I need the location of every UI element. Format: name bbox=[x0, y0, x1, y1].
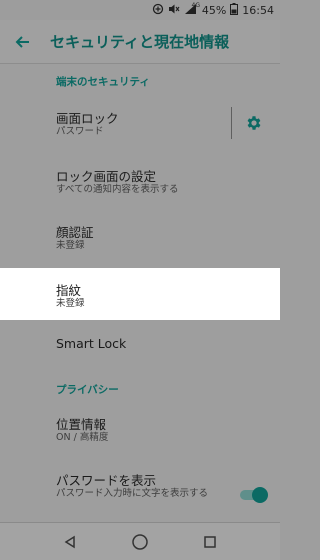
fingerprint-item[interactable]: 指紋 未登録 bbox=[0, 268, 280, 320]
gear-icon bbox=[247, 116, 261, 130]
lock-screen-settings-item[interactable]: ロック画面の設定 すべての通知内容を表示する bbox=[0, 156, 280, 208]
smart-lock-title: Smart Lock bbox=[56, 336, 127, 351]
location-item[interactable]: 位置情報 ON / 高精度 bbox=[0, 406, 280, 454]
smart-lock-item[interactable]: Smart Lock bbox=[0, 326, 280, 366]
show-password-summary: パスワード入力時に文字を表示する bbox=[56, 488, 209, 499]
back-button[interactable] bbox=[0, 20, 44, 64]
show-password-toggle[interactable] bbox=[238, 487, 268, 503]
network-type-label: 4G bbox=[191, 2, 200, 9]
face-auth-summary: 未登録 bbox=[56, 240, 85, 251]
battery-icon bbox=[230, 2, 239, 18]
screen-lock-summary: パスワード bbox=[56, 126, 104, 137]
nav-recents-icon bbox=[204, 536, 216, 548]
face-auth-item[interactable]: 顔認証 未登録 bbox=[0, 212, 280, 264]
location-title: 位置情報 bbox=[56, 417, 107, 432]
show-password-title: パスワードを表示 bbox=[56, 473, 157, 488]
settings-list: 端末のセキュリティ 画面ロック パスワード ロック画面の設定 すべての通知内容を… bbox=[0, 64, 280, 522]
screen-lock-item[interactable]: 画面ロック パスワード bbox=[0, 100, 280, 148]
nav-recents-button[interactable] bbox=[197, 529, 223, 555]
nav-home-button[interactable] bbox=[127, 529, 153, 555]
nav-back-button[interactable] bbox=[57, 529, 83, 555]
nav-back-icon bbox=[64, 535, 75, 549]
screen-lock-settings-button[interactable] bbox=[240, 109, 268, 137]
face-auth-title: 顔認証 bbox=[56, 225, 94, 240]
section-header-device-security: 端末のセキュリティ bbox=[56, 76, 150, 88]
data-saver-icon bbox=[152, 3, 164, 18]
vertical-divider bbox=[231, 107, 232, 139]
location-summary: ON / 高精度 bbox=[56, 432, 109, 443]
fingerprint-title: 指紋 bbox=[56, 283, 82, 298]
clock: 16:54 bbox=[242, 3, 274, 17]
mute-icon bbox=[168, 3, 180, 18]
status-bar: 4G 45% 16:54 bbox=[0, 0, 280, 20]
section-header-privacy: プライバシー bbox=[56, 384, 119, 396]
app-bar: セキュリティと現在地情報 bbox=[0, 20, 280, 64]
page-title: セキュリティと現在地情報 bbox=[50, 33, 230, 51]
screen-lock-title: 画面ロック bbox=[56, 111, 119, 126]
lock-screen-settings-summary: すべての通知内容を表示する bbox=[56, 184, 179, 195]
arrow-back-icon bbox=[15, 35, 29, 48]
battery-percent: 45% bbox=[201, 3, 227, 17]
lock-screen-settings-title: ロック画面の設定 bbox=[56, 169, 157, 184]
navigation-bar bbox=[0, 522, 280, 560]
fingerprint-summary: 未登録 bbox=[56, 298, 85, 309]
nav-home-icon bbox=[132, 534, 148, 550]
toggle-thumb bbox=[252, 487, 268, 503]
